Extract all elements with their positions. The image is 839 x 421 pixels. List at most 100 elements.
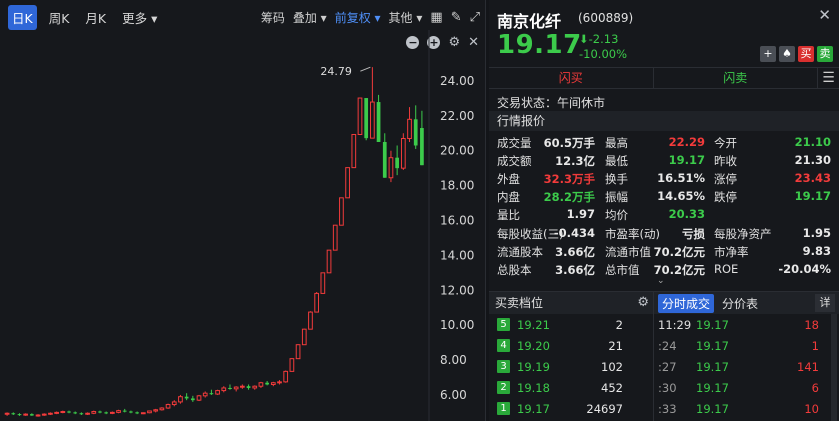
overlay-dropdown[interactable]: 叠加 ▾ bbox=[293, 9, 327, 26]
candle[interactable] bbox=[345, 167, 350, 199]
tab-price-table[interactable]: 分价表 bbox=[718, 294, 762, 313]
tab-more[interactable]: 更多 ▾ bbox=[118, 5, 161, 30]
menu-icon[interactable]: ☰ bbox=[817, 68, 839, 88]
candle[interactable] bbox=[48, 412, 53, 415]
candle[interactable] bbox=[395, 145, 399, 176]
candle[interactable] bbox=[190, 395, 195, 402]
detail-button[interactable]: 详 bbox=[815, 294, 835, 312]
candle[interactable] bbox=[265, 380, 269, 386]
other-dropdown[interactable]: 其他 ▾ bbox=[389, 9, 423, 26]
adjust-dropdown[interactable]: 前复权 ▾ bbox=[335, 9, 381, 26]
candle[interactable] bbox=[184, 393, 189, 401]
candle[interactable] bbox=[4, 412, 10, 416]
candle[interactable] bbox=[129, 410, 133, 414]
candle[interactable] bbox=[73, 411, 78, 415]
candle[interactable] bbox=[295, 344, 301, 360]
candle[interactable] bbox=[351, 133, 357, 169]
order-book-row[interactable]: 4 19.20 21 bbox=[489, 335, 653, 356]
alert-button[interactable]: ♠ bbox=[779, 46, 795, 62]
expand-icon[interactable]: ⤢ bbox=[470, 10, 480, 25]
candle[interactable] bbox=[277, 380, 282, 385]
candle[interactable] bbox=[85, 412, 90, 415]
candle[interactable] bbox=[196, 394, 202, 402]
candle[interactable] bbox=[308, 311, 313, 330]
candle[interactable] bbox=[30, 413, 34, 416]
candle[interactable] bbox=[289, 358, 295, 372]
tab-tick-trades[interactable]: 分时成交 bbox=[658, 293, 715, 313]
candle[interactable] bbox=[400, 133, 406, 170]
candle[interactable] bbox=[370, 67, 375, 139]
add-watchlist-button[interactable]: + bbox=[760, 46, 776, 62]
tab-monthly-k[interactable]: 月K bbox=[81, 5, 110, 30]
flash-buy-button[interactable]: 闪买 bbox=[489, 68, 654, 88]
candle[interactable] bbox=[165, 403, 171, 409]
candle[interactable] bbox=[98, 410, 102, 414]
candle[interactable] bbox=[252, 385, 258, 390]
buy-button[interactable]: 买 bbox=[798, 46, 814, 62]
candle[interactable] bbox=[35, 414, 41, 417]
candle[interactable] bbox=[339, 197, 344, 226]
candle[interactable] bbox=[202, 391, 208, 398]
candle[interactable] bbox=[314, 292, 320, 313]
candle[interactable] bbox=[233, 386, 239, 392]
candle[interactable] bbox=[283, 370, 289, 383]
flash-sell-button[interactable]: 闪卖 bbox=[654, 68, 818, 88]
order-book-row[interactable]: 2 19.18 452 bbox=[489, 377, 653, 398]
candle[interactable] bbox=[246, 384, 251, 390]
chevron-down-icon[interactable]: ⌄ bbox=[657, 276, 665, 286]
candle-body bbox=[147, 410, 152, 414]
candlestick-chart[interactable]: 24.00 22.00 20.00 18.00 16.00 14.00 12.00 10.00… bbox=[0, 30, 486, 421]
scrollbar[interactable] bbox=[831, 314, 837, 421]
grid-icon[interactable]: ▦ bbox=[430, 10, 442, 25]
gear-icon[interactable]: ⚙ bbox=[637, 292, 649, 314]
candle[interactable] bbox=[332, 224, 338, 251]
candle[interactable] bbox=[11, 412, 16, 415]
candle[interactable] bbox=[388, 150, 394, 183]
candle[interactable] bbox=[41, 413, 47, 416]
candle[interactable] bbox=[147, 410, 152, 414]
close-icon[interactable]: ✕ bbox=[818, 6, 831, 24]
candle[interactable] bbox=[91, 410, 97, 415]
candle[interactable] bbox=[153, 408, 159, 413]
candle[interactable] bbox=[301, 328, 307, 346]
order-book-row[interactable]: 5 19.21 2 bbox=[489, 314, 653, 335]
candle[interactable] bbox=[79, 412, 84, 415]
candle[interactable] bbox=[17, 413, 22, 416]
candle[interactable] bbox=[178, 394, 183, 404]
candle[interactable] bbox=[135, 411, 139, 415]
candle[interactable] bbox=[413, 105, 418, 149]
candle[interactable] bbox=[215, 389, 220, 395]
candle[interactable] bbox=[140, 412, 146, 415]
chips-button[interactable]: 筹码 bbox=[261, 9, 285, 26]
candle[interactable] bbox=[60, 410, 66, 414]
candle[interactable] bbox=[159, 407, 165, 411]
sell-button[interactable]: 卖 bbox=[817, 46, 833, 62]
candle[interactable] bbox=[270, 381, 276, 387]
candle[interactable] bbox=[209, 389, 214, 395]
candle[interactable] bbox=[171, 400, 177, 407]
candle[interactable] bbox=[104, 411, 109, 415]
candle[interactable] bbox=[221, 386, 227, 393]
pen-icon[interactable]: ✎ bbox=[451, 10, 462, 25]
order-book-row[interactable]: 3 19.19 102 bbox=[489, 356, 653, 377]
order-book-row[interactable]: 1 19.17 24697 bbox=[489, 398, 653, 419]
candle[interactable] bbox=[258, 381, 264, 388]
candle[interactable] bbox=[420, 110, 424, 166]
candle[interactable] bbox=[116, 409, 121, 414]
candle[interactable] bbox=[364, 98, 369, 141]
candle[interactable] bbox=[67, 410, 71, 414]
candle[interactable] bbox=[240, 384, 245, 389]
tab-weekly-k[interactable]: 周K bbox=[45, 5, 74, 30]
candle[interactable] bbox=[376, 94, 381, 142]
candle[interactable] bbox=[357, 97, 363, 135]
candle[interactable] bbox=[382, 133, 387, 178]
candle[interactable] bbox=[109, 411, 115, 415]
candle[interactable] bbox=[23, 413, 29, 416]
candle[interactable] bbox=[54, 411, 59, 415]
candle[interactable] bbox=[326, 249, 332, 274]
tab-daily-k[interactable]: 日K bbox=[8, 4, 37, 30]
candle[interactable] bbox=[320, 272, 326, 294]
candle[interactable] bbox=[407, 107, 412, 142]
candle[interactable] bbox=[228, 384, 232, 390]
candle[interactable] bbox=[122, 408, 127, 413]
